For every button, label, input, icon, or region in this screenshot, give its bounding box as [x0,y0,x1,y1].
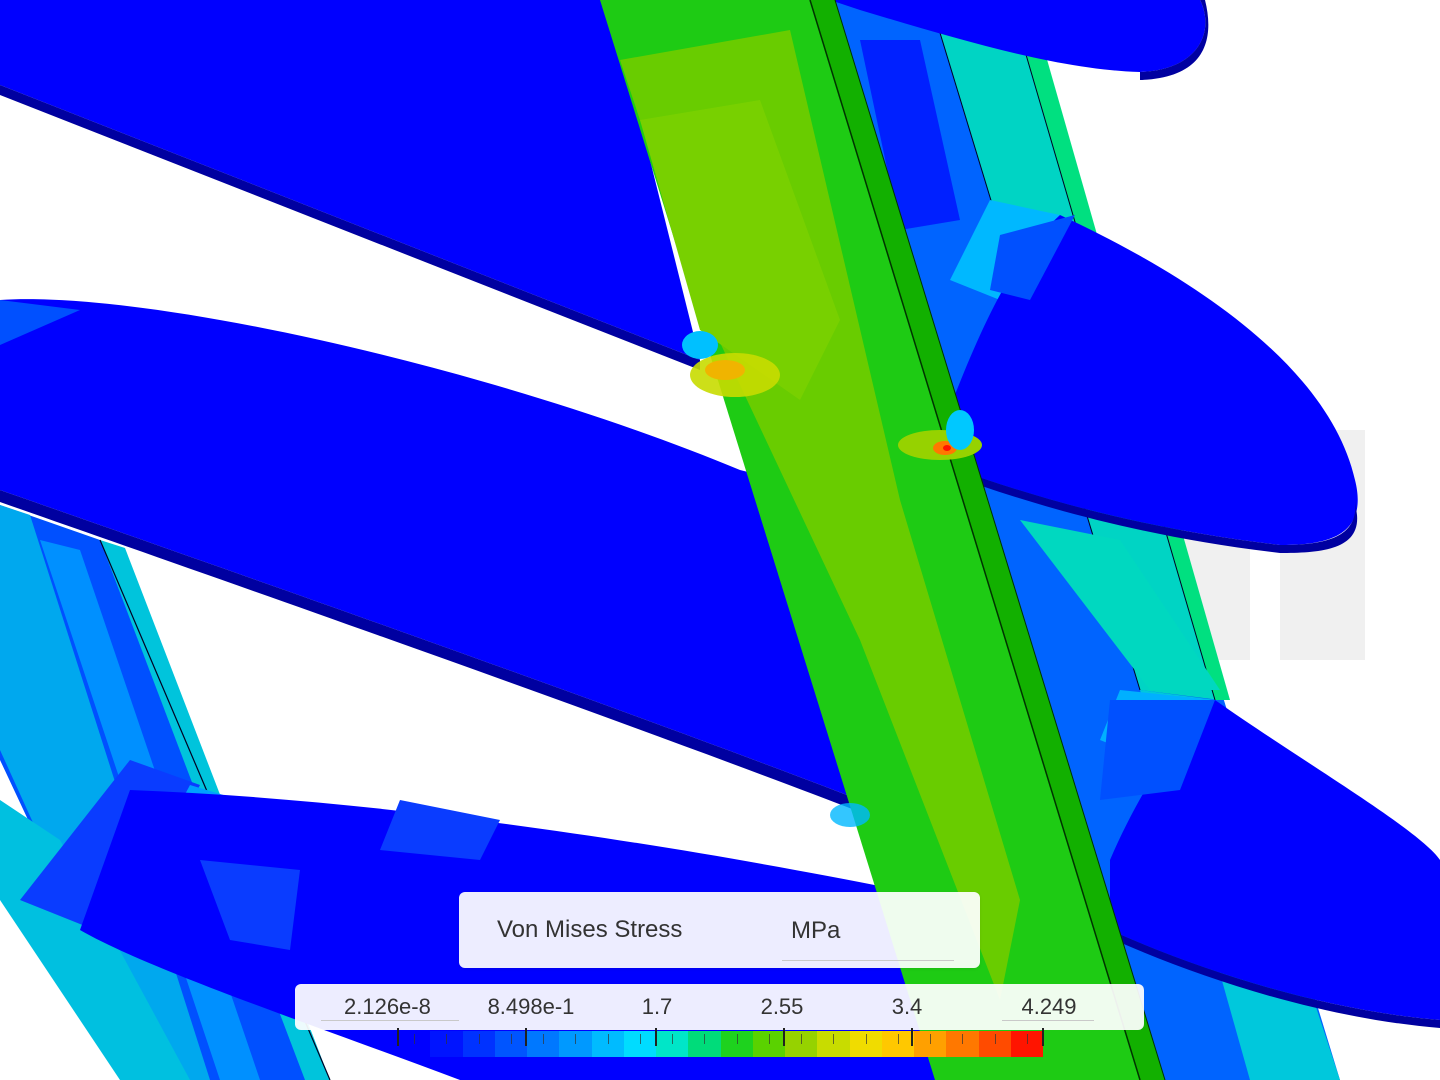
color-scale-minor-tick [640,1034,641,1044]
color-scale-minor-tick [414,1034,415,1044]
max-value-underline [1002,1020,1094,1021]
color-scale-minor-tick [446,1034,447,1044]
color-scale-major-tick [397,1028,399,1046]
color-scale-minor-tick [1027,1034,1028,1044]
color-scale-minor-tick [833,1034,834,1044]
legend-title: Von Mises Stress [497,916,683,943]
color-scale-minor-tick [511,1034,512,1044]
color-scale-major-tick [655,1028,657,1046]
min-value-underline [321,1020,459,1021]
tick-label: 2.55 [760,994,804,1019]
color-scale-major-tick [783,1028,785,1046]
color-scale-minor-tick [608,1034,609,1044]
color-scale-major-tick [525,1028,527,1046]
tick-label-max[interactable]: 4.249 [1021,994,1076,1020]
color-scale-minor-tick [672,1034,673,1044]
color-scale-minor-tick [769,1034,770,1044]
color-scale-minor-tick [737,1034,738,1044]
color-scale-major-tick [1042,1028,1044,1046]
color-scale-minor-tick [543,1034,544,1044]
color-scale-minor-tick [962,1034,963,1044]
legend-scale-panel: 2.126e-8 8.498e-1 1.7 2.55 3.4 4.249 [295,984,1144,1030]
legend-panel: Von Mises Stress MPa [459,892,980,968]
tick-label: 1.7 [641,994,673,1019]
tick-label-min[interactable]: 2.126e-8 [344,994,431,1020]
color-scale-minor-tick [866,1034,867,1044]
simulation-viewport[interactable]: Von Mises Stress MPa 2.126e-8 8.498e-1 1… [0,0,1440,1080]
unit-label: MPa [791,917,841,944]
tick-label: 8.498e-1 [487,994,575,1019]
tick-label: 3.4 [891,994,923,1019]
color-scale-ticks [397,1028,1044,1046]
color-scale-minor-tick [479,1034,480,1044]
color-scale-major-tick [911,1028,913,1046]
color-scale-minor-tick [801,1034,802,1044]
color-scale-minor-tick [575,1034,576,1044]
color-scale-minor-tick [704,1034,705,1044]
color-scale-minor-tick [898,1034,899,1044]
unit-selector[interactable]: MPa [782,912,954,961]
color-scale-minor-tick [995,1034,996,1044]
color-scale-minor-tick [930,1034,931,1044]
